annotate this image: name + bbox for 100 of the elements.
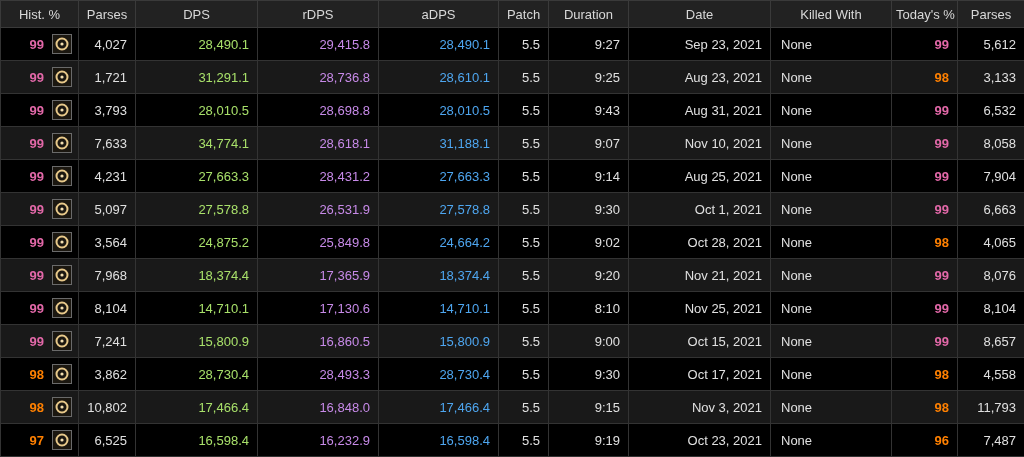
job-icon [52,298,72,318]
percentile: 99 [891,93,958,127]
percentile: 99 [29,201,44,217]
job-icon [52,397,72,417]
column-header[interactable]: Patch [498,0,549,28]
table-cell: None [770,225,892,259]
table-cell: None [770,93,892,127]
table-cell: 5.5 [498,423,549,457]
column-header[interactable]: rDPS [257,0,379,28]
column-header[interactable]: Parses [78,0,136,28]
percentile: 99 [29,69,44,85]
column-header[interactable]: Today's % [891,0,958,28]
table-cell: None [770,324,892,358]
table-cell: 17,365.9 [257,258,379,292]
table-cell: 5,097 [78,192,136,226]
table-cell: 9:02 [548,225,629,259]
table-cell: 3,862 [78,357,136,391]
column-header[interactable]: Hist. % [0,0,79,28]
table-cell: None [770,27,892,61]
table-cell: 28,010.5 [135,93,258,127]
table-cell: 16,598.4 [378,423,499,457]
percentile: 98 [891,225,958,259]
table-cell: 11,793 [957,390,1024,424]
table-cell: 25,849.8 [257,225,379,259]
percentile: 99 [891,159,958,193]
table-cell: Nov 25, 2021 [628,291,771,325]
table-cell: 15,800.9 [135,324,258,358]
table-cell: 29,415.8 [257,27,379,61]
table-cell: 4,027 [78,27,136,61]
table-cell: 5.5 [498,390,549,424]
table-cell: 8,104 [957,291,1024,325]
table-cell: 27,663.3 [135,159,258,193]
table-cell: 5.5 [498,258,549,292]
job-icon [52,100,72,120]
table-cell: 26,531.9 [257,192,379,226]
table-cell: 7,633 [78,126,136,160]
percentile: 99 [891,126,958,160]
job-icon [52,166,72,186]
table-cell: 1,721 [78,60,136,94]
table-cell: Nov 3, 2021 [628,390,771,424]
percentile: 99 [29,234,44,250]
job-icon [52,364,72,384]
table-cell: 7,241 [78,324,136,358]
table-cell: 10,802 [78,390,136,424]
table-cell: 28,736.8 [257,60,379,94]
percentile: 98 [29,366,44,382]
job-icon [52,34,72,54]
column-header[interactable]: Killed With [770,0,892,28]
table-cell: 6,532 [957,93,1024,127]
table-cell: None [770,60,892,94]
table-cell: 27,663.3 [378,159,499,193]
table-cell: 5.5 [498,192,549,226]
table-cell: 9:25 [548,60,629,94]
table-cell: 3,793 [78,93,136,127]
table-cell: 7,904 [957,159,1024,193]
column-header[interactable]: aDPS [378,0,499,28]
table-cell: Sep 23, 2021 [628,27,771,61]
table-cell: 17,130.6 [257,291,379,325]
table-cell: 9:14 [548,159,629,193]
table-cell: 28,730.4 [135,357,258,391]
table-cell: Aug 31, 2021 [628,93,771,127]
percentile: 98 [891,357,958,391]
job-icon [52,265,72,285]
table-cell: 8,104 [78,291,136,325]
table-cell: None [770,192,892,226]
table-cell: 16,848.0 [257,390,379,424]
table-cell: 31,291.1 [135,60,258,94]
percentile: 99 [29,333,44,349]
table-cell: Oct 15, 2021 [628,324,771,358]
table-cell: 34,774.1 [135,126,258,160]
percentile: 97 [29,432,44,448]
table-cell: 28,610.1 [378,60,499,94]
column-header[interactable]: DPS [135,0,258,28]
table-cell: 24,875.2 [135,225,258,259]
table-cell: 8:10 [548,291,629,325]
table-cell: None [770,126,892,160]
table-cell: 8,657 [957,324,1024,358]
table-cell: 31,188.1 [378,126,499,160]
percentile: 99 [29,102,44,118]
column-header[interactable]: Parses [957,0,1024,28]
table-cell: None [770,159,892,193]
table-cell: 28,730.4 [378,357,499,391]
table-cell: 3,133 [957,60,1024,94]
table-cell: 4,558 [957,357,1024,391]
table-cell: None [770,423,892,457]
table-cell: 9:15 [548,390,629,424]
table-cell: 9:19 [548,423,629,457]
percentile: 99 [891,291,958,325]
table-cell: None [770,357,892,391]
table-cell: 9:00 [548,324,629,358]
job-icon [52,430,72,450]
table-cell: 6,663 [957,192,1024,226]
column-header[interactable]: Date [628,0,771,28]
table-cell: 5.5 [498,60,549,94]
table-cell: 8,058 [957,126,1024,160]
table-cell: 24,664.2 [378,225,499,259]
table-cell: None [770,390,892,424]
table-cell: 15,800.9 [378,324,499,358]
column-header[interactable]: Duration [548,0,629,28]
percentile: 99 [891,192,958,226]
